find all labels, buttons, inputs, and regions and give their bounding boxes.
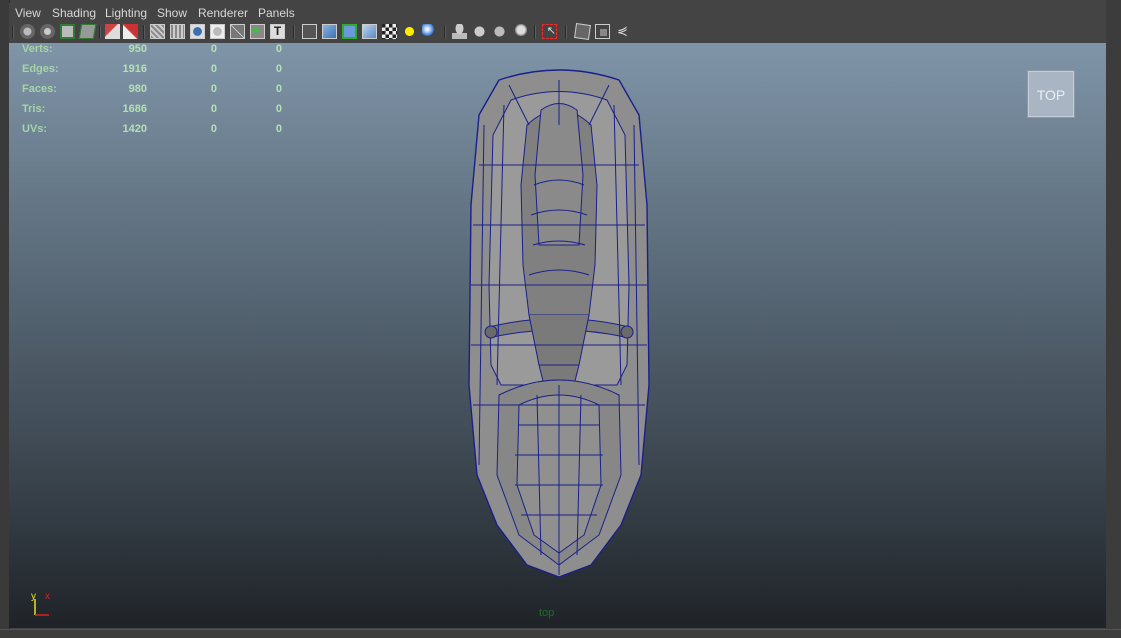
select-camera-icon[interactable] bbox=[20, 24, 35, 39]
right-scrollbar[interactable] bbox=[1106, 0, 1121, 637]
3d-viewport[interactable]: Verts: 950 0 0 Edges: 1916 0 0 Faces: 98… bbox=[9, 43, 1106, 628]
hud-value: 0 bbox=[210, 103, 217, 115]
hud-label: Tris: bbox=[22, 103, 46, 115]
camera-attributes-icon[interactable] bbox=[40, 24, 55, 39]
toolbar-separator bbox=[534, 25, 536, 39]
toolbar-separator bbox=[99, 25, 101, 39]
shadows-icon[interactable] bbox=[452, 24, 467, 39]
xray-icon[interactable] bbox=[362, 24, 377, 39]
wireframe-mode-icon[interactable] bbox=[302, 24, 317, 39]
anti-aliasing-icon[interactable] bbox=[512, 24, 527, 39]
hud-text-icon[interactable]: T bbox=[270, 24, 285, 39]
textured-icon[interactable] bbox=[382, 24, 397, 39]
menu-shading[interactable]: Shading bbox=[52, 6, 96, 20]
smooth-shade-icon[interactable] bbox=[322, 24, 337, 39]
menu-lighting[interactable]: Lighting bbox=[105, 6, 147, 20]
axis-gizmo: y x bbox=[31, 591, 50, 616]
hud-value: 0 bbox=[210, 83, 217, 95]
hud-row-tris: Tris: 1686 0 0 bbox=[22, 103, 282, 117]
panel-toolbar: T ↖ ⋞ bbox=[9, 21, 1106, 43]
hud-value: 950 bbox=[128, 43, 147, 55]
default-light-icon[interactable] bbox=[402, 24, 417, 39]
hud-value: 0 bbox=[275, 43, 282, 55]
film-origin-icon[interactable] bbox=[250, 24, 265, 39]
menu-view[interactable]: View bbox=[15, 6, 41, 20]
share-node-icon[interactable]: ⋞ bbox=[615, 24, 630, 39]
toolbar-separator bbox=[565, 25, 567, 39]
toolbar-separator bbox=[12, 25, 14, 39]
image-plane-icon[interactable] bbox=[78, 24, 97, 39]
hud-label: Faces: bbox=[22, 83, 57, 95]
menu-renderer[interactable]: Renderer bbox=[198, 6, 248, 20]
hud-value: 0 bbox=[210, 43, 217, 55]
xray-active-icon[interactable] bbox=[595, 24, 610, 39]
hud-value: 0 bbox=[275, 63, 282, 75]
jetski-wireframe-model[interactable] bbox=[449, 65, 669, 585]
hud-row-uvs: UVs: 1420 0 0 bbox=[22, 123, 282, 137]
toolbar-separator bbox=[444, 25, 446, 39]
hud-row-faces: Faces: 980 0 0 bbox=[22, 83, 282, 97]
field-chart-icon[interactable] bbox=[190, 24, 205, 39]
hud-row-verts: Verts: 950 0 0 bbox=[22, 43, 282, 57]
film-gate-icon[interactable] bbox=[123, 24, 138, 39]
all-lights-icon[interactable] bbox=[422, 24, 437, 39]
ambient-occlusion-icon[interactable] bbox=[472, 24, 487, 39]
hud-value: 0 bbox=[275, 83, 282, 95]
wireframe-on-shaded-icon[interactable] bbox=[342, 24, 357, 39]
isolate-select-icon[interactable]: ↖ bbox=[542, 24, 557, 39]
hud-value: 1686 bbox=[122, 103, 147, 115]
toolbar-separator bbox=[143, 25, 145, 39]
axis-y-label: y bbox=[31, 591, 36, 602]
resolution-gate-icon[interactable] bbox=[150, 24, 165, 39]
view-cube-top[interactable]: TOP bbox=[1027, 70, 1075, 118]
hud-value: 0 bbox=[210, 63, 217, 75]
panel-menubar: View Shading Lighting Show Renderer Pane… bbox=[9, 3, 1106, 21]
hud-value: 980 bbox=[128, 83, 147, 95]
grid-toggle-icon[interactable] bbox=[105, 24, 120, 39]
hud-value: 1420 bbox=[122, 123, 147, 135]
hud-value: 0 bbox=[275, 123, 282, 135]
bookmarks-icon[interactable] bbox=[60, 24, 75, 39]
camera-name-label: top bbox=[539, 607, 555, 619]
hud-label: UVs: bbox=[22, 123, 48, 135]
hud-label: Verts: bbox=[22, 43, 53, 55]
menu-panels[interactable]: Panels bbox=[258, 6, 295, 20]
menu-show[interactable]: Show bbox=[157, 6, 187, 20]
toolbar-separator bbox=[293, 25, 295, 39]
safe-action-icon[interactable] bbox=[210, 24, 225, 39]
axis-x-label: x bbox=[45, 591, 50, 602]
hud-value: 1916 bbox=[122, 63, 147, 75]
hud-row-edges: Edges: 1916 0 0 bbox=[22, 63, 282, 77]
xray-joints-icon[interactable] bbox=[574, 23, 591, 40]
safe-title-icon[interactable] bbox=[230, 24, 245, 39]
hud-value: 0 bbox=[210, 123, 217, 135]
hud-value: 0 bbox=[275, 103, 282, 115]
motion-blur-icon[interactable] bbox=[492, 24, 507, 39]
gate-mask-icon[interactable] bbox=[170, 24, 185, 39]
hud-label: Edges: bbox=[22, 63, 59, 75]
